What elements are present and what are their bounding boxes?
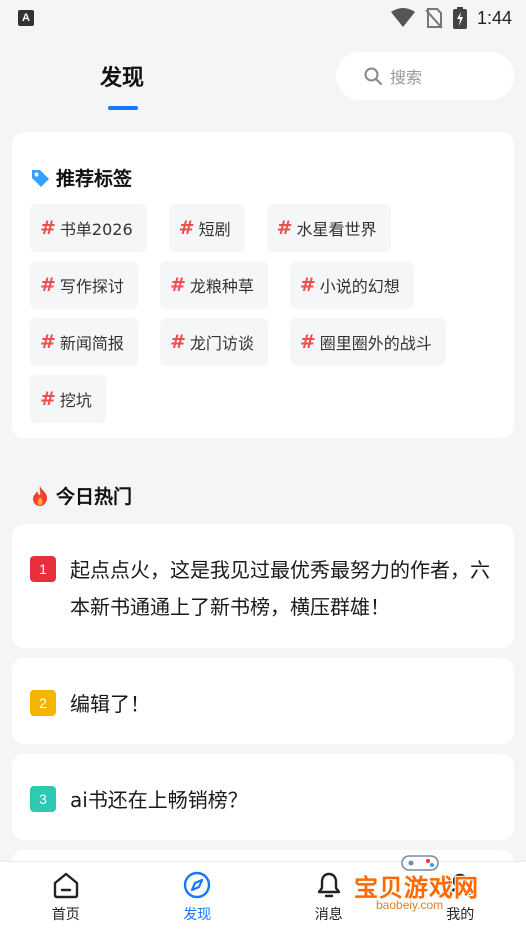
battery-charging-icon	[452, 7, 467, 29]
hot-post-card[interactable]: 3 ai书还在上畅销榜？	[12, 754, 514, 840]
rank-badge: 2	[30, 690, 56, 716]
hot-post-title: 编辑了！	[70, 692, 150, 716]
hot-post-card[interactable]: 2 编辑了！	[12, 658, 514, 744]
tag-chip[interactable]: # 小说的幻想	[289, 261, 414, 309]
status-bar: A 1:44	[0, 0, 526, 36]
tag-chip[interactable]: # 龙门访谈	[159, 318, 268, 366]
bottom-navigation: 首页 发现 消息 我的	[0, 861, 526, 935]
nav-profile-label: 我的	[446, 907, 475, 923]
tag-chip[interactable]: # 水星看世界	[266, 204, 391, 252]
nav-messages-label: 消息	[314, 907, 343, 923]
nav-discover[interactable]: 发现	[132, 862, 264, 935]
flame-icon	[33, 485, 48, 506]
rank-badge: 3	[30, 786, 56, 812]
search-icon	[364, 67, 382, 85]
nav-discover-label: 发现	[183, 907, 212, 923]
tag-chip[interactable]: # 龙粮种草	[159, 261, 268, 309]
discover-page: A 1:44 发现 搜索 推荐标签 # 书单2026 # 短剧 # 水星看世界 …	[0, 0, 526, 935]
nav-home[interactable]: 首页	[0, 862, 132, 935]
active-tab-indicator	[108, 106, 138, 110]
wifi-icon	[390, 8, 415, 27]
hot-post-title: ai书还在上畅销榜？	[70, 788, 248, 812]
tag-chip[interactable]: # 圈里圈外的战斗	[289, 318, 446, 366]
compass-icon	[184, 871, 211, 899]
tag-chip[interactable]: # 挖坑	[30, 375, 106, 423]
tag-chip[interactable]: # 写作探讨	[30, 261, 138, 309]
bell-icon	[317, 872, 340, 898]
nav-profile[interactable]: 我的	[395, 862, 526, 935]
recommended-tags-card: 推荐标签 # 书单2026 # 短剧 # 水星看世界 # 写作探讨 # 龙粮种草 # 小说的…	[12, 132, 514, 438]
profile-icon	[449, 873, 472, 899]
tag-chip[interactable]: # 新闻简报	[30, 318, 138, 366]
nav-messages[interactable]: 消息	[263, 862, 395, 935]
search-placeholder: 搜索	[390, 68, 423, 87]
home-icon	[53, 872, 78, 899]
tag-list: # 书单2026 # 短剧 # 水星看世界 # 写作探讨 # 龙粮种草 # 小说的幻想 # 新…	[30, 204, 500, 423]
recommended-tags-header: 推荐标签	[30, 164, 132, 191]
hot-post-title: 起点点火，这是我见过最优秀最努力的作者，六本新书通通上了新书榜，横压群雄！	[70, 558, 490, 619]
status-clock: 1:44	[476, 7, 512, 28]
no-sim-icon	[425, 8, 443, 29]
search-input[interactable]: 搜索	[336, 52, 514, 100]
app-notification-icon: A	[18, 10, 34, 26]
tag-icon	[32, 169, 49, 187]
hot-section-title: 今日热门	[56, 486, 133, 508]
hot-section-header: 今日热门	[30, 482, 132, 509]
recommended-tags-title: 推荐标签	[56, 168, 133, 190]
header: 发现 搜索	[0, 44, 526, 116]
tag-chip[interactable]: # 书单2026	[30, 204, 147, 252]
hot-post-card[interactable]: 1 起点点火，这是我见过最优秀最努力的作者，六本新书通通上了新书榜，横压群雄！	[12, 524, 514, 648]
page-title: 发现	[100, 66, 145, 91]
rank-badge: 1	[30, 556, 56, 582]
nav-home-label: 首页	[51, 907, 80, 923]
tag-chip[interactable]: # 短剧	[168, 204, 245, 252]
